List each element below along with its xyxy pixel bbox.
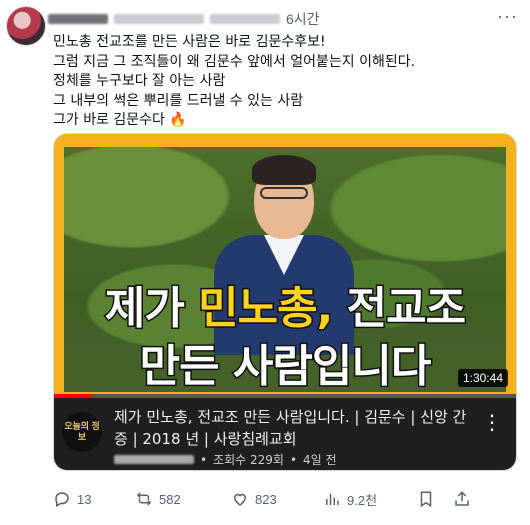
thumbnail-scene: 제가 민노총, 전교조 만든 사람입니다 <box>64 147 506 392</box>
tweet-line: 민노총 전교조를 만든 사람은 바로 김문수후보! <box>53 34 326 50</box>
tweet-actions: 13 582 823 9.2천 <box>53 487 523 511</box>
tweet-line: 그가 바로 김문수다 🔥 <box>53 112 187 128</box>
channel-name-redacted <box>114 455 194 464</box>
video-thumbnail[interactable]: 제가 민노총, 전교조 만든 사람입니다 1:30:44 <box>54 134 516 398</box>
person-hair <box>252 155 316 185</box>
post-time[interactable]: 6시간 <box>286 9 320 29</box>
share-icon <box>455 491 469 506</box>
like-count: 823 <box>255 491 277 507</box>
repost-count: 582 <box>159 491 181 507</box>
author-handle-redacted-2 <box>210 14 280 24</box>
video-info[interactable]: 오늘의 정보 제가 민노총, 전교조 만든 사람입니다. | 김문수 | 신앙 … <box>54 398 516 470</box>
video-meta: • 조회수 229회 • 4일 전 <box>114 451 337 468</box>
like-button[interactable]: 823 <box>231 490 323 508</box>
repost-button[interactable]: 582 <box>135 490 231 508</box>
author-handle-redacted[interactable] <box>114 14 204 24</box>
tweet-header: 6시간 <box>48 9 320 29</box>
more-options-icon[interactable]: ··· <box>497 6 518 27</box>
views-button[interactable]: 9.2천 <box>323 490 417 509</box>
meta-separator: • <box>289 452 298 467</box>
video-duration: 1:30:44 <box>457 369 508 387</box>
author-name-redacted[interactable] <box>48 14 108 24</box>
reply-icon <box>55 492 69 508</box>
share-button[interactable] <box>453 490 483 508</box>
bookmark-icon <box>420 491 432 508</box>
tweet: 6시간 ··· 민노총 전교조를 만든 사람은 바로 김문수후보! 그럼 지금 … <box>0 0 530 525</box>
thumbnail-caption-line2: 만든 사람입니다 <box>138 340 433 393</box>
repost-icon <box>136 492 152 506</box>
thumbnail-caption-line1: 제가 민노총, 전교조 <box>103 282 467 336</box>
person-glasses <box>260 187 308 199</box>
video-more-icon[interactable]: ⋮ <box>482 410 502 435</box>
youtube-link-card[interactable]: 제가 민노총, 전교조 만든 사람입니다 1:30:44 오늘의 정보 제가 민… <box>53 133 517 471</box>
tweet-text: 민노총 전교조를 만든 사람은 바로 김문수후보! 그럼 지금 그 조직들이 왜… <box>53 33 513 131</box>
tweet-line: 정체를 누구보다 잘 아는 사람 <box>53 73 226 89</box>
meta-separator: • <box>200 452 208 467</box>
heart-icon <box>233 493 247 506</box>
avatar[interactable] <box>6 6 46 46</box>
reply-button[interactable]: 13 <box>53 490 135 508</box>
tweet-line: 그 내부의 썩은 뿌리를 드러낼 수 있는 사람 <box>53 92 304 109</box>
analytics-icon <box>326 493 339 505</box>
video-views: 조회수 229회 <box>213 453 284 467</box>
bookmark-button[interactable] <box>417 490 453 508</box>
tweet-line: 그럼 지금 그 조직들이 왜 김문수 앞에서 얼어붙는지 이해된다. <box>53 53 416 70</box>
video-title[interactable]: 제가 민노총, 전교조 만든 사람입니다. | 김문수 | 신앙 간증 | 20… <box>114 406 474 450</box>
reply-count: 13 <box>77 491 92 507</box>
video-age: 4일 전 <box>303 453 337 467</box>
channel-icon[interactable]: 오늘의 정보 <box>62 412 102 452</box>
view-count: 9.2천 <box>347 492 378 508</box>
